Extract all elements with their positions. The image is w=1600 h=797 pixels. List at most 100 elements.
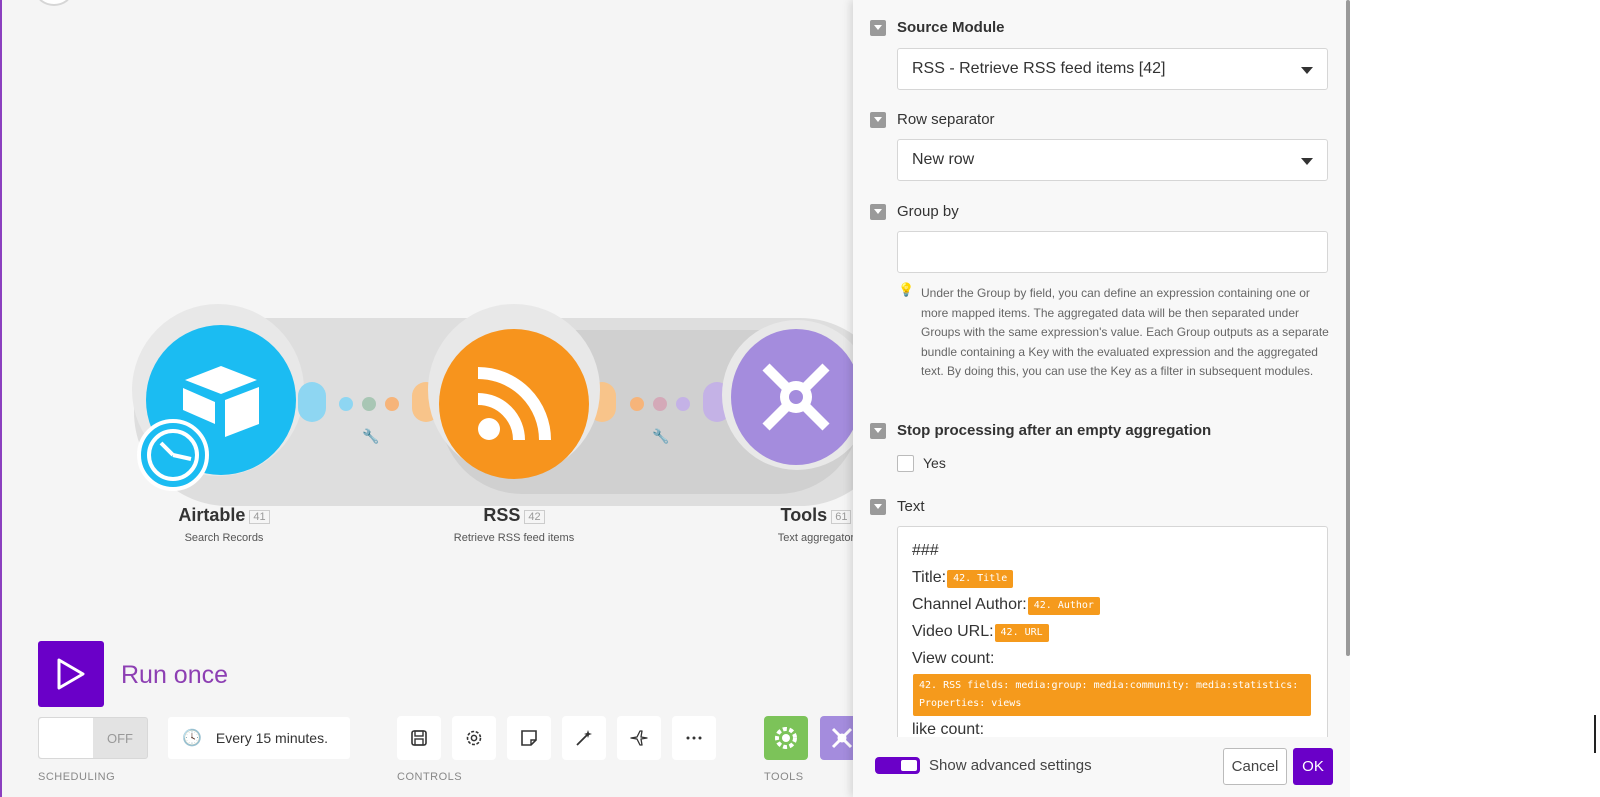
run-once-label[interactable]: Run once <box>121 661 228 690</box>
group-by-hint: Under the Group by field, you can define… <box>921 286 1329 378</box>
toggle-knob <box>901 760 917 771</box>
schedule-toggle[interactable]: OFF <box>38 717 148 759</box>
more-button[interactable] <box>672 716 716 760</box>
toggle-knob <box>39 718 93 758</box>
module-label-rss: RSS 42 Retrieve RSS feed items <box>394 505 634 544</box>
advanced-settings-label[interactable]: Show advanced settings <box>929 757 1092 774</box>
controls-caption: CONTROLS <box>397 771 463 783</box>
module-label-airtable: Airtable 41 Search Records <box>104 505 344 544</box>
magic-wand-icon <box>576 730 592 746</box>
text-line-author: Channel Author: 42. Author <box>912 591 1313 618</box>
flow-control-button[interactable] <box>764 716 808 760</box>
source-module-value: RSS - Retrieve RSS feed items [42] <box>912 60 1166 77</box>
rss-icon <box>477 367 551 441</box>
module-name: RSS <box>483 505 521 525</box>
mapped-item-pill[interactable]: 42. Author <box>1027 597 1100 615</box>
note-icon <box>521 730 537 746</box>
module-description: Retrieve RSS feed items <box>453 532 575 544</box>
wrench-icon[interactable]: 🔧 <box>652 428 669 445</box>
link-dot <box>385 397 399 411</box>
stop-processing-checkbox[interactable] <box>897 455 914 472</box>
caret-down-icon <box>1301 67 1313 74</box>
chevron-down-icon[interactable] <box>870 203 886 220</box>
module-description: Search Records <box>184 532 264 544</box>
chevron-down-icon[interactable] <box>870 19 886 36</box>
chevron-down-icon[interactable] <box>870 111 886 128</box>
text-line: ### <box>912 542 939 559</box>
chevron-down-icon[interactable] <box>870 498 886 515</box>
text-line-title: Title: 42. Title <box>912 564 1313 591</box>
group-by-input[interactable] <box>897 231 1328 273</box>
connector-airtable-out <box>298 382 326 422</box>
chevron-down-icon[interactable] <box>870 422 886 439</box>
schedule-clock-badge[interactable] <box>137 419 209 491</box>
module-rss[interactable] <box>439 329 589 479</box>
lightbulb-icon: 💡 <box>898 282 915 297</box>
row-separator-select[interactable]: New row <box>897 139 1328 181</box>
text-fragment: View count: <box>912 650 995 667</box>
text-label: Text <box>897 498 925 515</box>
text-fragment: Channel Author: <box>912 596 1027 613</box>
module-id: 41 <box>249 509 270 524</box>
text-line-url: Video URL: 42. URL <box>912 618 1313 645</box>
ok-button[interactable]: OK <box>1293 748 1333 785</box>
stop-processing-label: Stop processing after an empty aggregati… <box>897 422 1212 439</box>
schedule-interval-text: Every 15 minutes. <box>215 730 328 746</box>
mapped-item-pill[interactable]: 42. RSS fields: media:group: media:commu… <box>913 674 1311 716</box>
settings-button[interactable] <box>452 716 496 760</box>
row-separator-label: Row separator <box>897 111 995 128</box>
row-separator-value: New row <box>912 151 975 168</box>
group-by-label: Group by <box>897 203 959 220</box>
scheduling-caption: SCHEDULING <box>38 771 116 783</box>
caret-down-icon <box>1301 158 1313 165</box>
module-name: Airtable <box>178 505 246 525</box>
explain-flow-button[interactable] <box>617 716 661 760</box>
text-template-editor[interactable]: ### Title: 42. Title Channel Author: 42. A… <box>897 526 1328 741</box>
run-once-button[interactable] <box>38 641 104 707</box>
right-gutter <box>1350 0 1600 797</box>
tools-caption: TOOLS <box>764 771 804 783</box>
link-dot <box>362 397 376 411</box>
stop-processing-header[interactable]: Stop processing after an empty aggregati… <box>870 422 1211 439</box>
link-dot <box>630 397 644 411</box>
link-dot <box>339 397 353 411</box>
source-module-select[interactable]: RSS - Retrieve RSS feed items [42] <box>897 48 1328 90</box>
save-icon <box>411 730 427 746</box>
clock-icon: 🕓 <box>182 730 202 747</box>
wrench-icon[interactable]: 🔧 <box>362 428 379 445</box>
link-dot <box>653 397 667 411</box>
row-separator-header[interactable]: Row separator <box>870 111 995 128</box>
source-module-label: Source Module <box>897 19 1005 36</box>
module-id: 42 <box>524 509 545 524</box>
text-fragment: Title: <box>912 569 947 586</box>
mapped-item-pill[interactable]: 42. Title <box>947 570 1014 588</box>
source-module-header[interactable]: Source Module <box>870 19 1005 36</box>
save-button[interactable] <box>397 716 441 760</box>
play-icon <box>57 658 85 690</box>
clock-icon <box>147 429 199 481</box>
module-name: Tools <box>780 505 828 525</box>
left-edge-bar <box>0 0 2 797</box>
group-by-header[interactable]: Group by <box>870 203 959 220</box>
airplane-icon <box>630 730 648 746</box>
gear-icon <box>775 727 797 749</box>
cancel-button[interactable]: Cancel <box>1223 748 1287 785</box>
notes-button[interactable] <box>507 716 551 760</box>
gutter-mark <box>1594 715 1596 753</box>
text-header[interactable]: Text <box>870 498 925 515</box>
schedule-interval[interactable]: 🕓 Every 15 minutes. <box>168 717 350 759</box>
toggle-state: OFF <box>107 730 133 746</box>
auto-align-button[interactable] <box>562 716 606 760</box>
mapped-item-pill[interactable]: 42. URL <box>994 624 1049 642</box>
tools-icon <box>762 363 830 431</box>
advanced-settings-toggle[interactable] <box>875 757 920 774</box>
text-fragment: Video URL: <box>912 623 994 640</box>
module-tools[interactable] <box>731 329 861 465</box>
ellipsis-icon <box>686 736 702 740</box>
link-dot <box>676 397 690 411</box>
module-id: 61 <box>831 509 852 524</box>
gear-icon <box>466 730 482 746</box>
stop-processing-option[interactable]: Yes <box>923 455 946 471</box>
text-line-views: View count: <box>912 645 1313 672</box>
tools-icon <box>831 727 853 749</box>
